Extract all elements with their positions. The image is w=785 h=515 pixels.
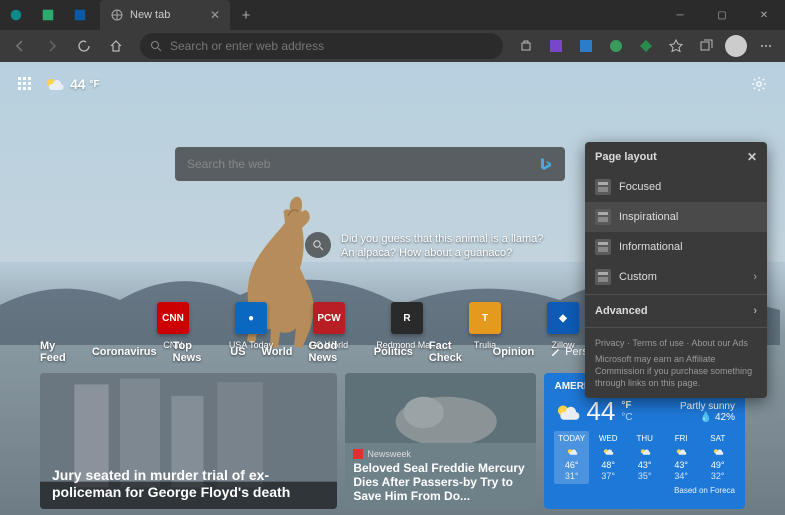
shopping-icon[interactable] <box>513 33 539 59</box>
active-tab[interactable]: New tab ✕ <box>100 0 230 30</box>
news-card-2[interactable]: Newsweek Beloved Seal Freddie Mercury Di… <box>345 373 536 509</box>
feednav-item[interactable]: Coronavirus <box>92 346 157 358</box>
layout-option[interactable]: Custom› <box>585 262 767 292</box>
feednav-item[interactable]: Opinion <box>493 346 535 358</box>
refresh-button[interactable] <box>70 32 98 60</box>
home-button[interactable] <box>102 32 130 60</box>
extension-1-icon[interactable] <box>543 33 569 59</box>
extension-2-icon[interactable] <box>573 33 599 59</box>
quicklink-tile: R <box>391 302 423 334</box>
forecast-day[interactable]: SAT49°32° <box>700 431 735 484</box>
page-layout-popup: Page layout ✕ FocusedInspirationalInform… <box>585 142 767 398</box>
forecast-day[interactable]: WED48°37° <box>591 431 626 484</box>
quicklink-tile: ◆ <box>547 302 579 334</box>
search-box[interactable] <box>175 147 565 181</box>
chevron-right-icon: › <box>753 305 757 317</box>
layout-option-icon <box>595 179 611 195</box>
newsweek-icon <box>353 449 363 459</box>
pinned-tab-1[interactable] <box>34 1 62 29</box>
layout-option-icon <box>595 239 611 255</box>
titlebar: New tab ✕ + ─ ▢ ✕ <box>0 0 785 30</box>
forecast-day[interactable]: THU43°35° <box>627 431 662 484</box>
forward-button[interactable] <box>38 32 66 60</box>
quicklink-tile: PCW <box>313 302 345 334</box>
quicklink-tile: CNN <box>157 302 189 334</box>
weather-temp-now: 44 <box>586 396 615 427</box>
feednav-item[interactable]: Fact Check <box>429 340 477 364</box>
popup-footer: Privacy · Terms of use · About our Ads M… <box>585 330 767 398</box>
weather-attribution: Based on Foreca <box>554 486 735 495</box>
new-tab-page: 44 °F Did you guess that this animal is … <box>0 62 785 515</box>
chevron-right-icon: › <box>753 271 757 283</box>
feednav-item[interactable]: Top News <box>173 340 215 364</box>
card-headline: Jury seated in murder trial of ex-police… <box>52 467 325 501</box>
weather-temp: 44 <box>70 76 86 92</box>
globe-icon <box>110 8 124 22</box>
card-source: Newsweek <box>353 449 528 459</box>
collections-icon[interactable] <box>693 33 719 59</box>
feednav-item[interactable]: My Feed <box>40 340 76 364</box>
layout-option[interactable]: Focused <box>585 172 767 202</box>
quicklink-tile: T <box>469 302 501 334</box>
new-tab-button[interactable]: + <box>234 7 258 24</box>
profile-avatar[interactable] <box>723 33 749 59</box>
window-controls: ─ ▢ ✕ <box>659 0 785 30</box>
addressbar-placeholder: Search or enter web address <box>170 39 324 53</box>
top-row: 44 °F <box>18 72 767 96</box>
tab-title: New tab <box>130 9 170 21</box>
maximize-button[interactable]: ▢ <box>701 0 743 30</box>
search-icon <box>150 40 162 52</box>
weather-unit: °F <box>89 79 99 90</box>
pinned-tab-2[interactable] <box>66 1 94 29</box>
toolbar: Search or enter web address <box>0 30 785 62</box>
image-hint[interactable]: Did you guess that this animal is a llam… <box>305 232 543 260</box>
forecast-day[interactable]: TODAY46°31° <box>554 431 589 484</box>
weather-precip: 💧 42% <box>680 412 735 423</box>
tab-close-icon[interactable]: ✕ <box>210 8 220 22</box>
favorites-icon[interactable] <box>663 33 689 59</box>
edge-icon[interactable] <box>2 1 30 29</box>
magnify-icon <box>305 232 331 258</box>
popup-advanced[interactable]: Advanced › <box>585 297 767 325</box>
bing-icon[interactable] <box>537 156 553 172</box>
weather-condition: Partly sunny <box>680 401 735 412</box>
feednav-item[interactable]: Good News <box>309 340 358 364</box>
quicklink-tile: ● <box>235 302 267 334</box>
layout-option[interactable]: Inspirational <box>585 202 767 232</box>
menu-button[interactable] <box>753 33 779 59</box>
settings-gear-icon[interactable] <box>751 76 767 92</box>
minimize-button[interactable]: ─ <box>659 0 701 30</box>
news-card-1[interactable]: Jury seated in murder trial of ex-police… <box>40 373 337 509</box>
close-button[interactable]: ✕ <box>743 0 785 30</box>
extension-3-icon[interactable] <box>603 33 629 59</box>
app-launcher-icon[interactable] <box>18 77 32 91</box>
addressbar[interactable]: Search or enter web address <box>140 33 503 59</box>
layout-option-icon <box>595 269 611 285</box>
forecast-day[interactable]: FRI43°34° <box>664 431 699 484</box>
layout-option[interactable]: Informational <box>585 232 767 262</box>
feednav-item[interactable]: US <box>230 346 245 358</box>
hint-text: Did you guess that this animal is a llam… <box>341 232 543 260</box>
search-input[interactable] <box>187 157 537 171</box>
tabstrip: New tab ✕ + <box>0 0 258 30</box>
back-button[interactable] <box>6 32 34 60</box>
popup-title: Page layout ✕ <box>585 142 767 172</box>
weather-brief[interactable]: 44 °F <box>44 74 100 94</box>
feednav-item[interactable]: World <box>262 346 293 358</box>
extension-4-icon[interactable] <box>633 33 659 59</box>
card-headline: Beloved Seal Freddie Mercury Dies After … <box>353 461 528 503</box>
popup-close-icon[interactable]: ✕ <box>747 150 757 164</box>
feednav-item[interactable]: Politics <box>374 346 413 358</box>
layout-option-icon <box>595 209 611 225</box>
